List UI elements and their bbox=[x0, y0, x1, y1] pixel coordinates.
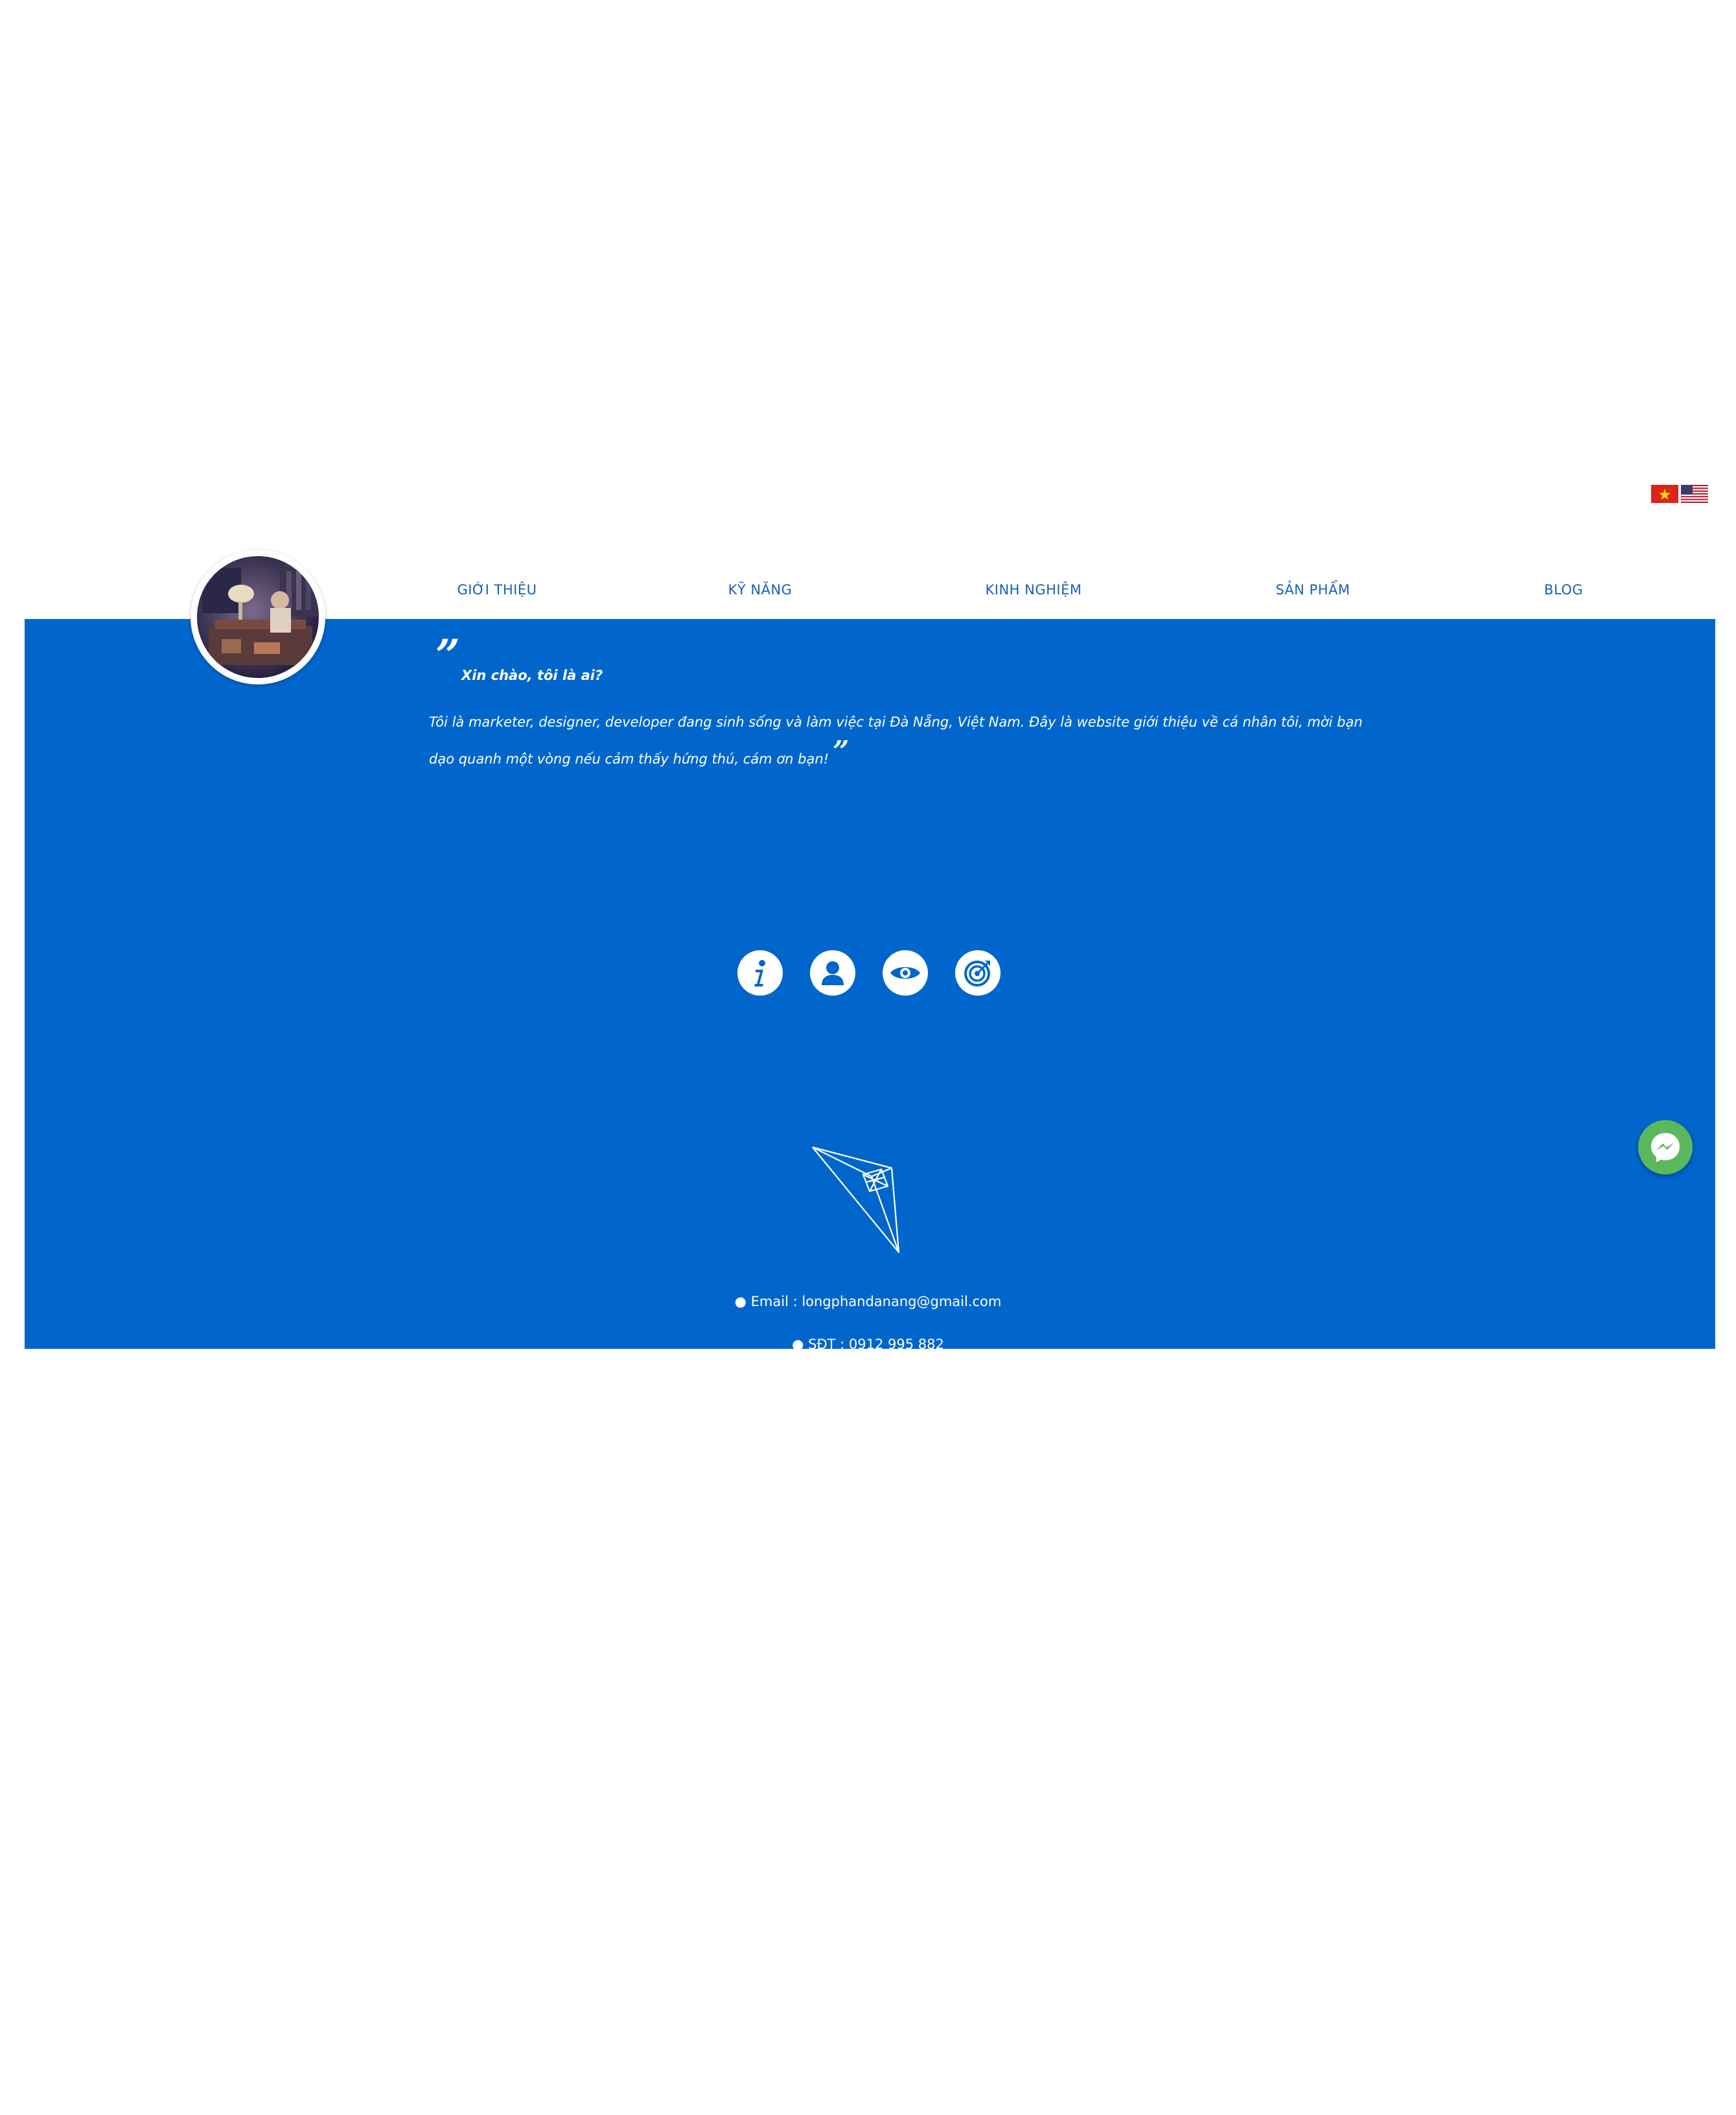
section-icons bbox=[737, 950, 1001, 996]
avatar bbox=[191, 550, 325, 684]
user-button[interactable] bbox=[810, 950, 855, 996]
nav-item-ky-nang[interactable]: KỸ NĂNG bbox=[728, 582, 793, 598]
contact-email: ● Email : longphandanang@gmail.com bbox=[734, 1294, 1002, 1309]
contact-phone: ● SĐT : 0912 995 882 bbox=[792, 1337, 944, 1351]
user-icon bbox=[822, 961, 844, 985]
nav-item-blog[interactable]: BLOG bbox=[1544, 582, 1583, 598]
messenger-chat-button[interactable] bbox=[1638, 1120, 1693, 1174]
intro-heading: Xin chào, tôi là ai? bbox=[461, 668, 603, 683]
target-button[interactable] bbox=[955, 950, 1001, 996]
intro-body-text: Tôi là marketer, designer, developer đan… bbox=[429, 714, 1363, 767]
paper-plane-logo bbox=[812, 1146, 900, 1254]
language-switcher bbox=[1651, 485, 1708, 503]
us-flag-icon[interactable] bbox=[1681, 485, 1708, 503]
open-quote-icon: ” bbox=[435, 630, 460, 681]
vietnam-flag-icon[interactable] bbox=[1651, 485, 1678, 503]
nav-item-san-pham[interactable]: SẢN PHẨM bbox=[1275, 582, 1350, 598]
messenger-icon bbox=[1651, 1133, 1680, 1162]
intro-body: Tôi là marketer, designer, developer đan… bbox=[429, 704, 1388, 777]
info-icon bbox=[754, 960, 765, 987]
nav-item-kinh-nghiem[interactable]: KINH NGHIỆM bbox=[986, 582, 1082, 598]
close-quote-icon: ” bbox=[833, 735, 850, 768]
target-icon bbox=[964, 961, 990, 987]
eye-button[interactable] bbox=[883, 950, 928, 996]
avatar-photo bbox=[197, 556, 319, 678]
eye-icon bbox=[890, 967, 920, 979]
nav-item-gioi-thieu[interactable]: GIỚI THIỆU bbox=[457, 582, 537, 598]
info-button[interactable] bbox=[737, 950, 783, 996]
